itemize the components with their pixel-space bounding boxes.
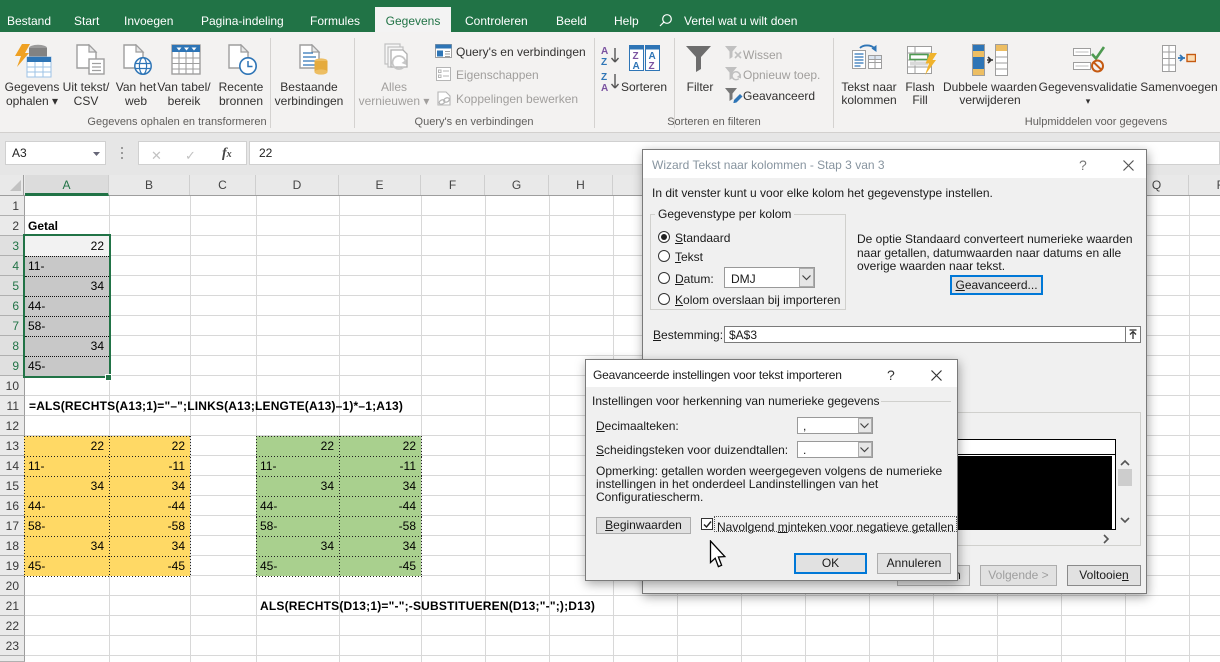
svg-text:Z: Z [649, 61, 655, 71]
svg-text:A: A [601, 46, 608, 57]
svg-text:Z: Z [601, 57, 607, 67]
svg-text:A: A [633, 61, 640, 71]
